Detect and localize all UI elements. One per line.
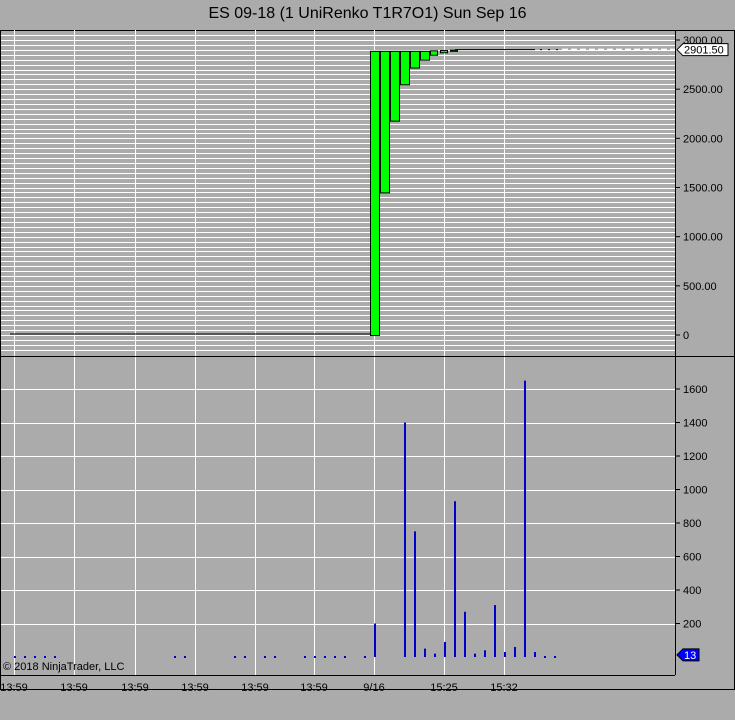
- time-tick-label: 13:59: [0, 682, 28, 694]
- volume-bar: [494, 605, 496, 657]
- renko-bar: [400, 50, 410, 86]
- volume-tick-label: 200: [683, 619, 701, 631]
- volume-bar: [554, 656, 556, 658]
- time-tick-label: 15:32: [490, 682, 518, 694]
- renko-bar: [390, 50, 400, 122]
- volume-bar: [454, 501, 456, 657]
- renko-bar: [430, 50, 438, 56]
- volume-bar: [524, 380, 526, 657]
- renko-bar: [420, 50, 430, 61]
- volume-bar: [514, 646, 516, 657]
- renko-bar: [410, 50, 420, 69]
- volume-bar: [424, 648, 426, 657]
- volume-bar: [44, 656, 46, 658]
- volume-bar: [534, 651, 536, 657]
- volume-bar: [444, 641, 446, 657]
- volume-bar: [264, 656, 266, 658]
- volume-bar: [274, 656, 276, 658]
- last-volume-label: 13: [684, 650, 696, 662]
- volume-tick-label: 1000: [683, 485, 707, 497]
- time-tick-label: 13:59: [300, 682, 328, 694]
- renko-bar: [450, 49, 458, 52]
- volume-bar: [314, 656, 316, 658]
- volume-bar: [34, 656, 36, 658]
- volume-bar: [404, 422, 406, 657]
- volume-bar: [304, 656, 306, 658]
- volume-tick-label: 600: [683, 552, 701, 564]
- volume-bar: [464, 611, 466, 657]
- volume-bar: [504, 651, 506, 657]
- copyright-label: © 2018 NinjaTrader, LLC: [3, 661, 125, 673]
- time-tick-label: 9/16: [363, 682, 384, 694]
- volume-bar: [234, 656, 236, 658]
- volume-bar: [474, 653, 476, 657]
- price-tick-label: 1000.00: [683, 232, 723, 244]
- volume-bar: [184, 656, 186, 658]
- time-tick-label: 13:59: [181, 682, 209, 694]
- time-tick-label: 15:25: [430, 682, 458, 694]
- volume-bar: [414, 531, 416, 657]
- volume-bar: [174, 656, 176, 658]
- volume-bar: [434, 653, 436, 657]
- volume-tick-label: 400: [683, 585, 701, 597]
- renko-bar: [440, 50, 448, 54]
- time-tick-label: 13:59: [241, 682, 269, 694]
- last-price-label: 2901.50: [684, 45, 724, 57]
- volume-bar: [334, 656, 336, 658]
- volume-tick-label: 800: [683, 518, 701, 530]
- volume-bar: [374, 623, 376, 657]
- price-tick-label: 2000.00: [683, 133, 723, 145]
- volume-bar: [244, 656, 246, 658]
- price-tick-label: 0: [683, 330, 689, 342]
- time-tick-label: 13:59: [60, 682, 88, 694]
- time-tick-label: 13:59: [121, 682, 149, 694]
- price-tick-label: 500.00: [683, 281, 717, 293]
- volume-bar: [544, 656, 546, 658]
- renko-bar: [380, 50, 390, 194]
- volume-bar: [364, 656, 366, 658]
- volume-bar: [484, 650, 486, 657]
- volume-bar: [344, 656, 346, 658]
- price-tick-label: 1500.00: [683, 183, 723, 195]
- volume-tick-label: 1600: [683, 384, 707, 396]
- price-tick-label: 2500.00: [683, 84, 723, 96]
- renko-bar: [370, 50, 380, 336]
- volume-bar: [14, 656, 16, 658]
- volume-bar: [54, 656, 56, 658]
- volume-tick-label: 1200: [683, 451, 707, 463]
- volume-bar: [324, 656, 326, 658]
- volume-bar: [24, 656, 26, 658]
- chart-area[interactable]: 3000.002500.002000.001500.001000.00500.0…: [0, 0, 735, 720]
- volume-tick-label: 1400: [683, 418, 707, 430]
